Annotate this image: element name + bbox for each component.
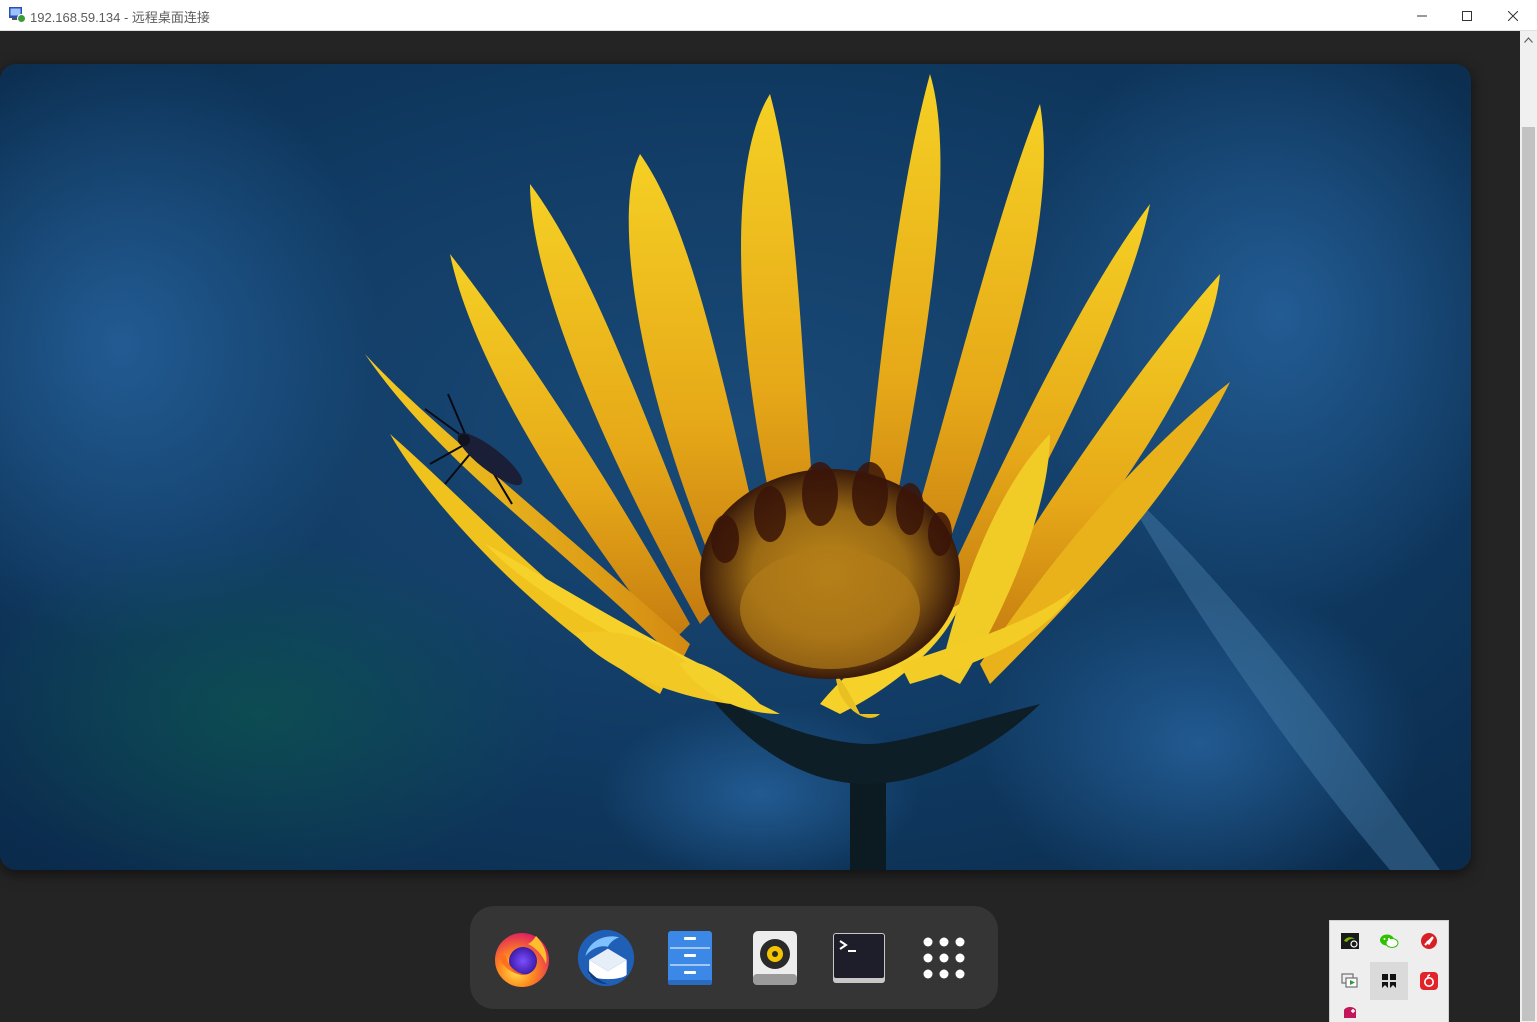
tray-item-no-entry[interactable] [1410, 922, 1448, 960]
remote-desktop [0, 31, 1520, 1022]
files-icon [668, 931, 712, 985]
vertical-scrollbar[interactable] [1520, 31, 1537, 1022]
scrollbar-thumb[interactable] [1522, 127, 1535, 1021]
tray-overflow-panel [1329, 920, 1449, 1022]
tray-item-screen-share[interactable] [1331, 962, 1369, 1000]
window-titlebar: 192.168.59.134 - 远程桌面连接 [0, 0, 1537, 31]
gamepad-icon [1344, 1007, 1356, 1018]
tray-item-nvidia[interactable] [1331, 922, 1369, 960]
close-icon [1508, 10, 1518, 21]
window-title: 192.168.59.134 - 远程桌面连接 [30, 10, 210, 25]
screen-share-icon [1341, 973, 1358, 988]
dock-item-rhythmbox[interactable] [745, 928, 805, 988]
netease-music-icon [1420, 972, 1438, 990]
flower-wallpaper-image [0, 64, 1471, 870]
tray-item-wechat[interactable] [1370, 922, 1408, 960]
thunderbird-icon [577, 929, 635, 987]
tray-item-netease-music[interactable] [1410, 962, 1448, 1000]
app-launcher-icon [1382, 974, 1396, 988]
dock-item-thunderbird[interactable] [576, 928, 636, 988]
scroll-up-button[interactable] [1520, 31, 1537, 48]
dock-item-show-apps[interactable] [914, 928, 974, 988]
dock [470, 906, 998, 1009]
maximize-button[interactable] [1444, 0, 1490, 31]
terminal-icon [833, 933, 885, 983]
dock-item-terminal[interactable] [829, 928, 889, 988]
workspace-wallpaper[interactable] [0, 64, 1471, 870]
chevron-up-icon [1524, 36, 1533, 43]
close-button[interactable] [1490, 0, 1536, 31]
tray-item-app-launcher[interactable] [1370, 962, 1408, 1000]
minimize-icon [1417, 15, 1427, 16]
wechat-icon [1380, 934, 1399, 948]
tray-item-gamepad[interactable] [1331, 1002, 1369, 1022]
rhythmbox-icon [753, 931, 797, 985]
minimize-button[interactable] [1399, 0, 1445, 31]
firefox-icon [495, 933, 549, 987]
show-apps-icon [923, 937, 965, 979]
no-entry-icon [1421, 933, 1437, 949]
remote-desktop-icon [9, 7, 26, 23]
dock-item-files[interactable] [660, 928, 720, 988]
dock-item-firefox[interactable] [492, 928, 552, 988]
maximize-icon [1462, 10, 1472, 21]
nvidia-icon [1341, 933, 1359, 949]
